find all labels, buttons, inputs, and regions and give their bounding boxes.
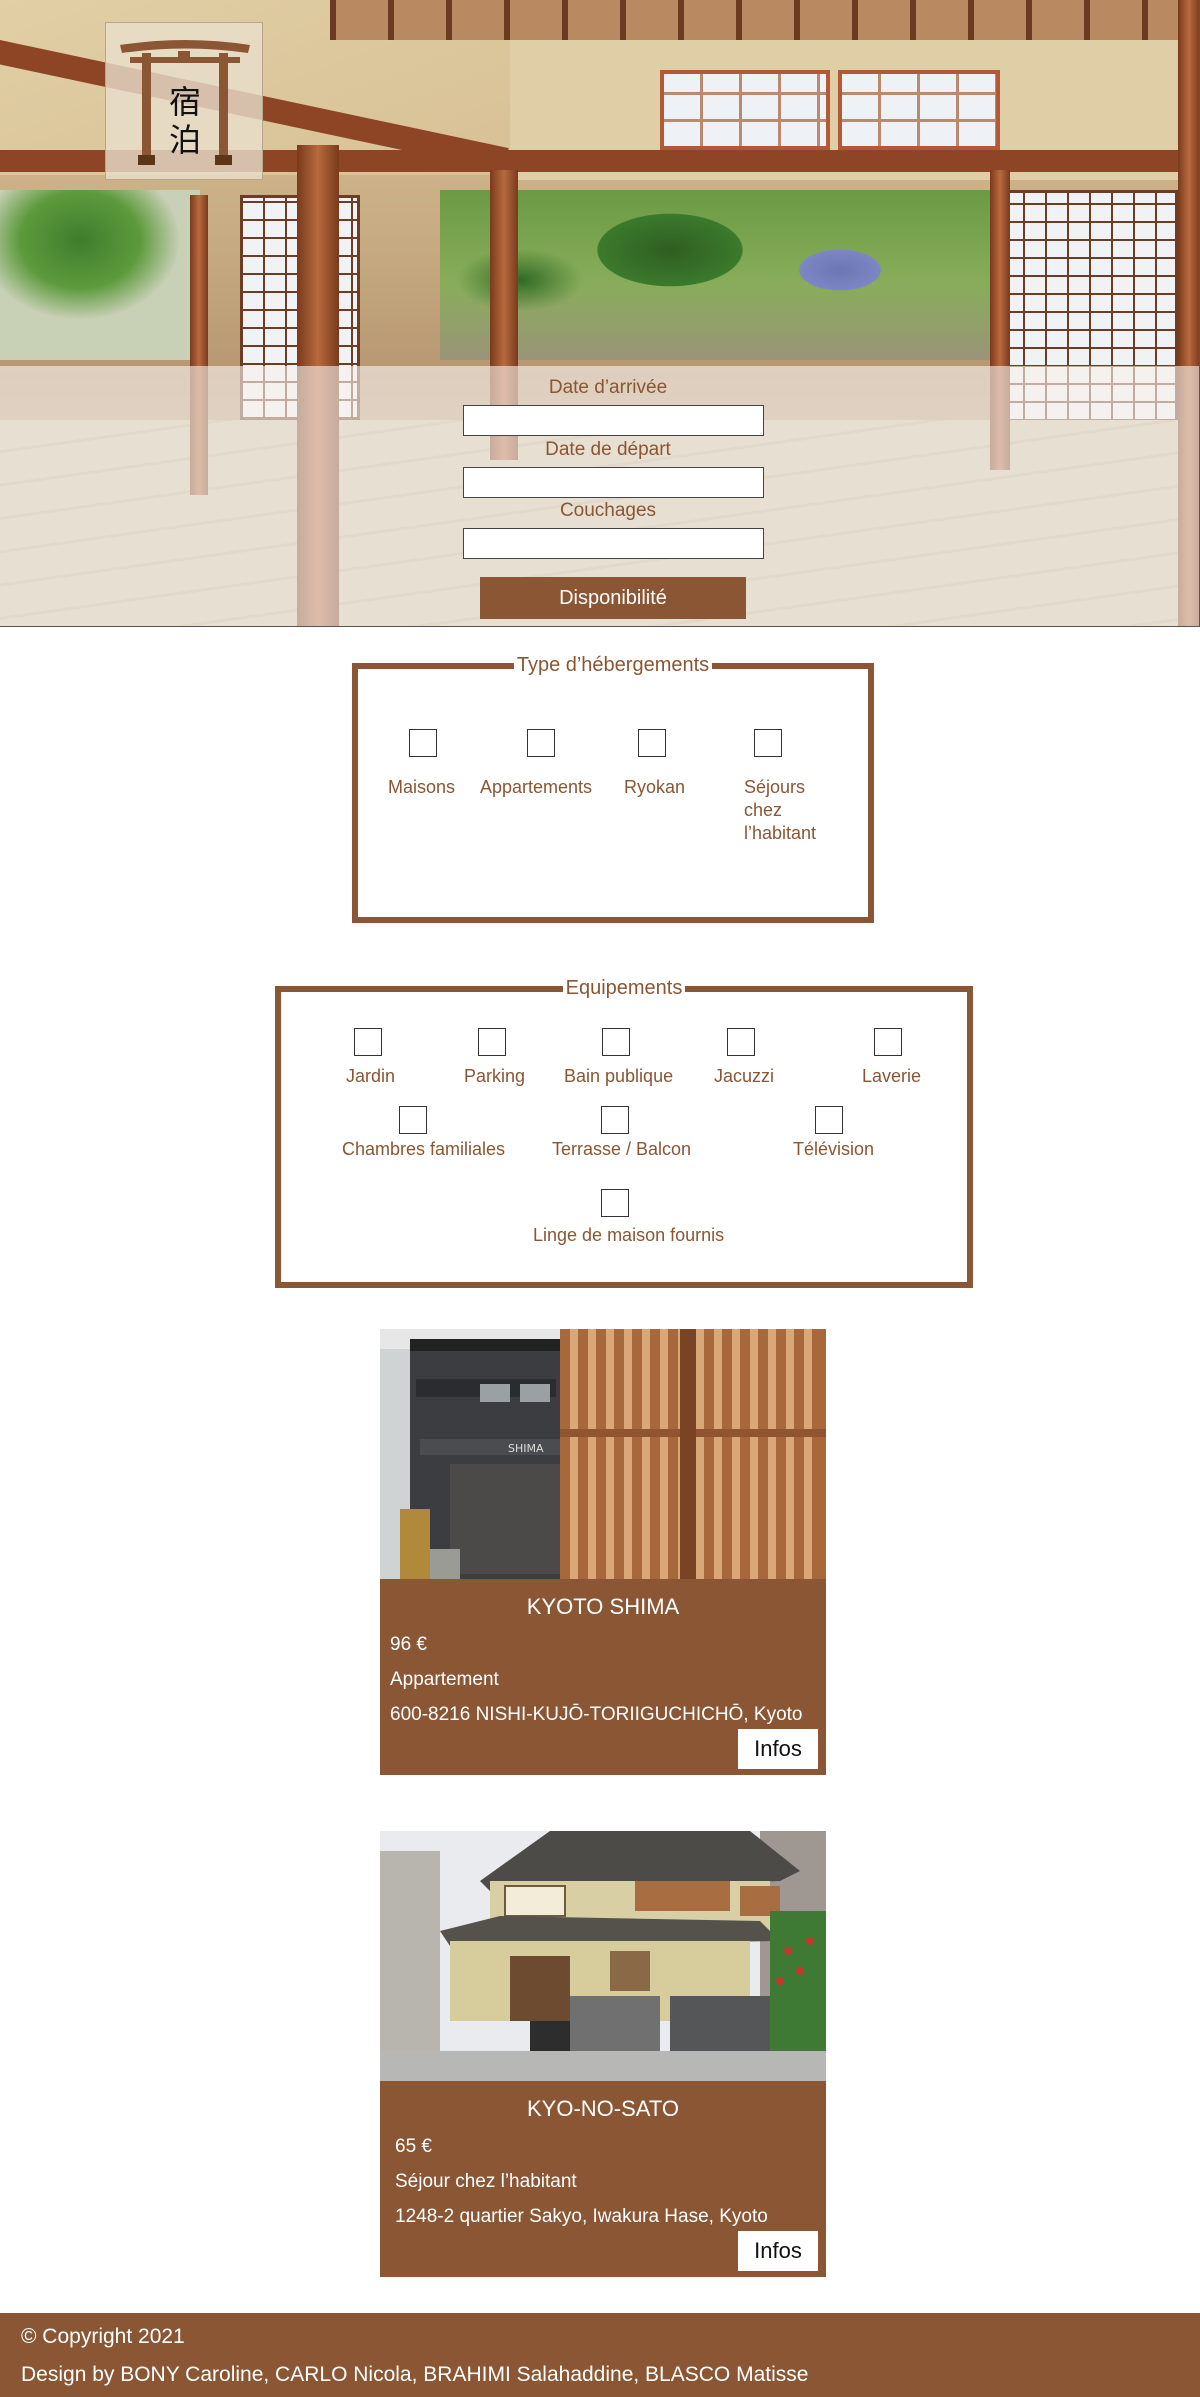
infos-button[interactable]: Infos xyxy=(738,2231,818,2271)
checkbox-ryokan[interactable] xyxy=(638,729,666,757)
accommodation-type-filter: Type d’hébergements Maisons Appartements… xyxy=(352,654,874,923)
checkbox-label-terrasse-balcon: Terrasse / Balcon xyxy=(552,1139,692,1159)
arrival-date-input[interactable] xyxy=(463,405,764,436)
logo[interactable]: 宿 泊 xyxy=(105,22,263,180)
torii-icon: 宿 泊 xyxy=(120,40,250,165)
listing-card: KYO-NO-SATO 65 € Séjour chez l’habitant … xyxy=(380,1831,826,2277)
checkbox-appartements[interactable] xyxy=(527,729,555,757)
checkbox-label-laverie: Laverie xyxy=(862,1066,922,1086)
listing-title: KYOTO SHIMA xyxy=(526,1594,680,1619)
checkbox-chambres-familiales[interactable] xyxy=(399,1106,427,1134)
infos-button[interactable]: Infos xyxy=(738,1729,818,1769)
upper-window xyxy=(660,70,830,150)
credits-text: Design by BONY Caroline, CARLO Nicola, B… xyxy=(21,2363,809,2386)
copyright-text: © Copyright 2021 xyxy=(21,2325,185,2348)
listing-card: SHIMA KYOTO SHIMA 96 € Appartement 600-8… xyxy=(380,1329,826,1775)
checkbox-label-appartements: Appartements xyxy=(480,777,593,797)
checkbox-label-linge-maison: Linge de maison fournis xyxy=(533,1225,725,1245)
upper-window xyxy=(838,70,1000,150)
listing-photo[interactable]: SHIMA xyxy=(380,1329,826,1579)
accommodation-type-title: Type d’hébergements xyxy=(513,654,713,676)
checkbox-label-television: Télévision xyxy=(793,1139,875,1159)
building-sign: SHIMA xyxy=(508,1442,544,1455)
checkbox-parking[interactable] xyxy=(478,1028,506,1056)
garden-view-left xyxy=(0,190,200,360)
beds-input[interactable] xyxy=(463,528,764,559)
checkbox-bain-publique[interactable] xyxy=(602,1028,630,1056)
listing-photo[interactable] xyxy=(380,1831,826,2081)
availability-button[interactable]: Disponibilité xyxy=(480,577,746,619)
ceiling-beams xyxy=(330,0,1199,40)
checkbox-label-parking: Parking xyxy=(464,1066,526,1086)
checkbox-label-sejours-habitant: Séjours chez l’habitant xyxy=(744,777,817,843)
logo-kanji: 泊 xyxy=(169,121,201,159)
checkbox-linge-maison[interactable] xyxy=(601,1189,629,1217)
checkbox-jardin[interactable] xyxy=(354,1028,382,1056)
listing-price: 65 € xyxy=(395,2136,432,2157)
checkbox-label-jardin: Jardin xyxy=(346,1066,396,1086)
checkbox-label-maisons: Maisons xyxy=(388,777,456,797)
checkbox-terrasse-balcon[interactable] xyxy=(601,1106,629,1134)
checkbox-label-chambres-familiales: Chambres familiales xyxy=(342,1139,506,1159)
house-photo-image xyxy=(380,1831,826,2081)
checkbox-label-ryokan: Ryokan xyxy=(624,777,686,797)
house-photo-image: SHIMA xyxy=(380,1329,826,1579)
listing-title: KYO-NO-SATO xyxy=(527,2096,679,2121)
beds-label: Couchages xyxy=(559,500,657,521)
listing-price: 96 € xyxy=(390,1634,427,1655)
checkbox-label-jacuzzi: Jacuzzi xyxy=(714,1066,775,1086)
listing-address: 600-8216 NISHI-KUJŌ-TORIIGUCHICHŌ, Kyoto xyxy=(390,1704,803,1725)
checkbox-television[interactable] xyxy=(815,1106,843,1134)
checkbox-sejours-habitant[interactable] xyxy=(754,729,782,757)
listing-address: 1248-2 quartier Sakyo, Iwakura Hase, Kyo… xyxy=(395,2206,768,2227)
checkbox-laverie[interactable] xyxy=(874,1028,902,1056)
hero-banner: 宿 泊 Date d’arrivée Date de départ Coucha… xyxy=(0,0,1200,627)
checkbox-jacuzzi[interactable] xyxy=(727,1028,755,1056)
checkbox-maisons[interactable] xyxy=(409,729,437,757)
equipment-title: Equipements xyxy=(562,977,686,999)
departure-date-label: Date de départ xyxy=(545,439,671,460)
arrival-date-label: Date d’arrivée xyxy=(548,377,668,398)
checkbox-label-bain-publique: Bain publique xyxy=(564,1066,674,1086)
departure-date-input[interactable] xyxy=(463,467,764,498)
equipment-filter: Equipements Jardin Parking Bain publique… xyxy=(275,977,973,1288)
listing-type: Séjour chez l’habitant xyxy=(395,2171,577,2192)
footer: © Copyright 2021 Design by BONY Caroline… xyxy=(0,2313,1200,2397)
garden-view xyxy=(440,190,1000,360)
listing-type: Appartement xyxy=(390,1669,499,1690)
logo-kanji: 宿 xyxy=(169,83,201,121)
